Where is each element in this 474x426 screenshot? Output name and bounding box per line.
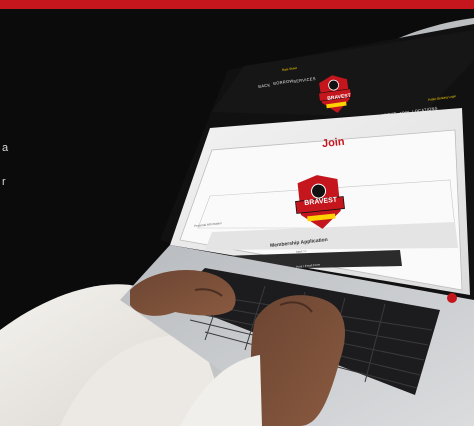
- page-title: Join: [321, 135, 346, 151]
- photo-scene: a r Rate Sheet BACK BORROW SERVICES ABOU…: [0, 0, 474, 426]
- photo-illustration: [0, 18, 474, 426]
- chat-button-icon: [447, 293, 457, 303]
